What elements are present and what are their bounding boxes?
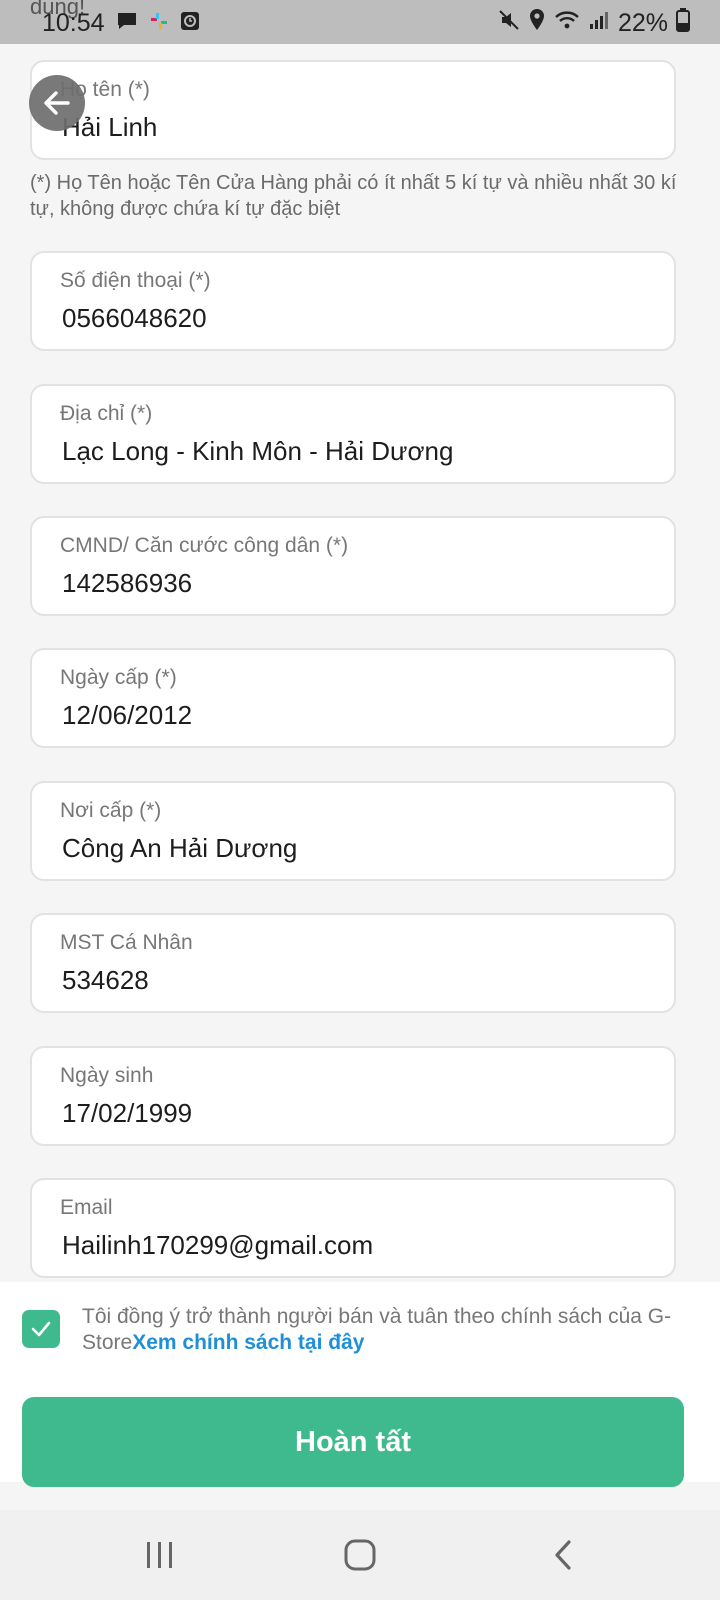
mute-icon	[498, 9, 520, 38]
phone-label: Số điện thoại (*)	[60, 269, 211, 292]
alarm-app-icon	[180, 11, 200, 36]
system-status: 22%	[498, 8, 690, 39]
agree-checkbox[interactable]	[22, 1310, 60, 1348]
arrow-left-icon	[44, 91, 70, 115]
battery-text: 22%	[617, 9, 668, 37]
battery-icon	[676, 8, 690, 39]
policy-link[interactable]: Xem chính sách tại đây	[132, 1331, 364, 1354]
agreement-text-block: Tôi đồng ý trở thành người bán và tuân t…	[82, 1304, 682, 1356]
slack-icon	[148, 10, 170, 37]
id-card-label: CMND/ Căn cước công dân (*)	[60, 534, 349, 557]
notification-icons	[116, 10, 200, 37]
issue-place-field[interactable]: Nơi cấp (*) Công An Hải Dương	[30, 781, 676, 881]
address-field[interactable]: Địa chỉ (*) Lạc Long - Kinh Môn - Hải Dư…	[30, 384, 676, 484]
address-label: Địa chỉ (*)	[60, 402, 153, 425]
issue-place-label: Nơi cấp (*)	[60, 799, 162, 822]
email-value: Hailinh170299@gmail.com	[62, 1230, 374, 1260]
id-card-field[interactable]: CMND/ Căn cước công dân (*) 142586936	[30, 516, 676, 616]
nav-back-button[interactable]	[534, 1532, 594, 1578]
complete-button[interactable]: Hoàn tất	[22, 1397, 684, 1487]
id-card-value: 142586936	[62, 568, 193, 598]
email-label: Email	[60, 1196, 113, 1219]
recent-apps-icon	[147, 1542, 172, 1568]
system-nav-bar	[0, 1510, 720, 1600]
name-hint: (*) Họ Tên hoặc Tên Cửa Hàng phải có ít …	[30, 172, 677, 220]
birthday-label: Ngày sinh	[60, 1064, 154, 1087]
issue-date-label: Ngày cấp (*)	[60, 666, 177, 689]
email-field[interactable]: Email Hailinh170299@gmail.com	[30, 1178, 676, 1278]
address-value: Lạc Long - Kinh Môn - Hải Dương	[62, 436, 454, 466]
tax-code-field[interactable]: MST Cá Nhân 534628	[30, 913, 676, 1013]
signal-icon	[588, 9, 610, 38]
tax-code-value: 534628	[62, 965, 149, 995]
issue-date-value: 12/06/2012	[62, 700, 193, 730]
back-icon	[555, 1540, 571, 1570]
birthday-value: 17/02/1999	[62, 1098, 193, 1128]
phone-field[interactable]: Số điện thoại (*) 0566048620	[30, 251, 676, 351]
birthday-field[interactable]: Ngày sinh 17/02/1999	[30, 1046, 676, 1146]
name-field[interactable]: Họ tên (*) Hải Linh	[30, 60, 676, 160]
home-icon	[344, 1539, 376, 1571]
phone-value: 0566048620	[62, 303, 207, 333]
check-icon	[31, 1321, 51, 1337]
home-button[interactable]	[330, 1532, 390, 1578]
status-bar: dung! 10:54 22%	[0, 0, 720, 44]
tax-code-label: MST Cá Nhân	[60, 931, 193, 954]
recent-apps-button[interactable]	[130, 1532, 190, 1578]
location-icon	[528, 8, 546, 39]
chat-icon	[116, 11, 138, 36]
issue-place-value: Công An Hải Dương	[62, 833, 298, 863]
status-time: 10:54	[42, 9, 105, 37]
issue-date-field[interactable]: Ngày cấp (*) 12/06/2012	[30, 648, 676, 748]
back-button[interactable]	[29, 75, 85, 131]
wifi-icon	[554, 9, 580, 38]
